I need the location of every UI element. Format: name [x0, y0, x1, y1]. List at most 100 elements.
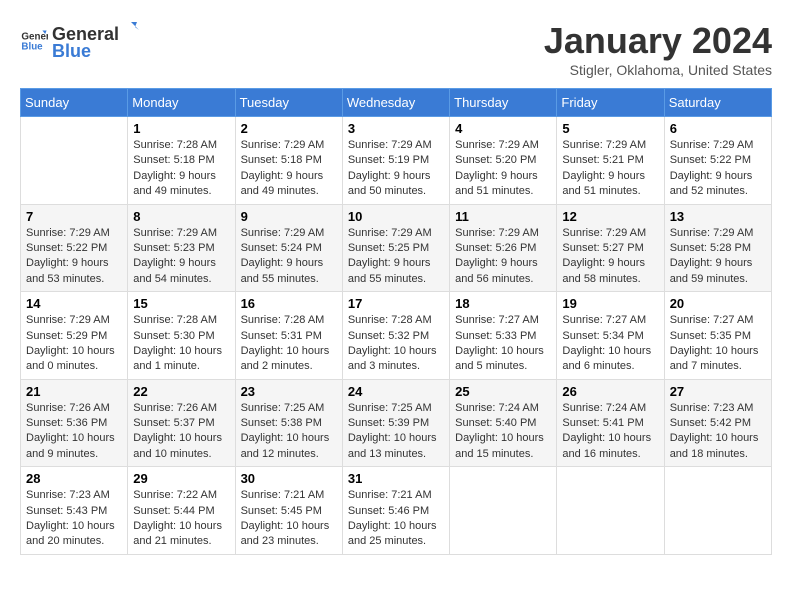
day-number: 14 [26, 296, 122, 311]
day-number: 4 [455, 121, 551, 136]
day-info: Sunrise: 7:24 AM Sunset: 5:41 PM Dayligh… [562, 401, 658, 463]
calendar-cell: 15 Sunrise: 7:28 AM Sunset: 5:30 PM Dayli… [128, 292, 235, 380]
header-cell-tuesday: Tuesday [235, 89, 342, 117]
day-number: 5 [562, 121, 658, 136]
day-info: Sunrise: 7:29 AM Sunset: 5:22 PM Dayligh… [26, 226, 122, 288]
day-info: Sunrise: 7:26 AM Sunset: 5:37 PM Dayligh… [133, 401, 229, 463]
day-info: Sunrise: 7:23 AM Sunset: 5:42 PM Dayligh… [670, 401, 766, 463]
calendar-cell [450, 467, 557, 555]
day-info: Sunrise: 7:25 AM Sunset: 5:39 PM Dayligh… [348, 401, 444, 463]
day-info: Sunrise: 7:29 AM Sunset: 5:29 PM Dayligh… [26, 313, 122, 375]
page-header: General Blue General Blue January 2024 S… [20, 20, 772, 78]
header-row: SundayMondayTuesdayWednesdayThursdayFrid… [21, 89, 772, 117]
day-number: 15 [133, 296, 229, 311]
day-info: Sunrise: 7:29 AM Sunset: 5:20 PM Dayligh… [455, 138, 551, 200]
day-number: 16 [241, 296, 337, 311]
week-row-3: 14 Sunrise: 7:29 AM Sunset: 5:29 PM Dayli… [21, 292, 772, 380]
day-number: 10 [348, 209, 444, 224]
day-number: 8 [133, 209, 229, 224]
calendar-table: SundayMondayTuesdayWednesdayThursdayFrid… [20, 88, 772, 555]
day-info: Sunrise: 7:29 AM Sunset: 5:21 PM Dayligh… [562, 138, 658, 200]
logo: General Blue General Blue [20, 20, 143, 62]
week-row-1: 1Sunrise: 7:28 AM Sunset: 5:18 PM Daylig… [21, 117, 772, 205]
day-info: Sunrise: 7:29 AM Sunset: 5:23 PM Dayligh… [133, 226, 229, 288]
calendar-cell: 31Sunrise: 7:21 AM Sunset: 5:46 PM Dayli… [342, 467, 449, 555]
day-number: 7 [26, 209, 122, 224]
day-info: Sunrise: 7:29 AM Sunset: 5:22 PM Dayligh… [670, 138, 766, 200]
day-number: 9 [241, 209, 337, 224]
day-number: 24 [348, 384, 444, 399]
day-info: Sunrise: 7:22 AM Sunset: 5:44 PM Dayligh… [133, 488, 229, 550]
calendar-cell [557, 467, 664, 555]
day-number: 27 [670, 384, 766, 399]
day-info: Sunrise: 7:29 AM Sunset: 5:27 PM Dayligh… [562, 226, 658, 288]
day-info: Sunrise: 7:26 AM Sunset: 5:36 PM Dayligh… [26, 401, 122, 463]
day-number: 23 [241, 384, 337, 399]
calendar-cell: 7 Sunrise: 7:29 AM Sunset: 5:22 PM Daylig… [21, 204, 128, 292]
day-info: Sunrise: 7:29 AM Sunset: 5:24 PM Dayligh… [241, 226, 337, 288]
calendar-cell: 6 Sunrise: 7:29 AM Sunset: 5:22 PM Daylig… [664, 117, 771, 205]
calendar-header: SundayMondayTuesdayWednesdayThursdayFrid… [21, 89, 772, 117]
header-cell-thursday: Thursday [450, 89, 557, 117]
day-info: Sunrise: 7:28 AM Sunset: 5:31 PM Dayligh… [241, 313, 337, 375]
calendar-cell: 8 Sunrise: 7:29 AM Sunset: 5:23 PM Daylig… [128, 204, 235, 292]
calendar-cell: 12 Sunrise: 7:29 AM Sunset: 5:27 PM Dayli… [557, 204, 664, 292]
day-number: 11 [455, 209, 551, 224]
day-number: 13 [670, 209, 766, 224]
day-info: Sunrise: 7:21 AM Sunset: 5:45 PM Dayligh… [241, 488, 337, 550]
month-title: January 2024 [544, 20, 772, 62]
day-info: Sunrise: 7:25 AM Sunset: 5:38 PM Dayligh… [241, 401, 337, 463]
week-row-2: 7 Sunrise: 7:29 AM Sunset: 5:22 PM Daylig… [21, 204, 772, 292]
day-number: 17 [348, 296, 444, 311]
calendar-cell: 25Sunrise: 7:24 AM Sunset: 5:40 PM Dayli… [450, 379, 557, 467]
calendar-cell: 21 Sunrise: 7:26 AM Sunset: 5:36 PM Dayli… [21, 379, 128, 467]
logo-icon: General Blue [20, 27, 48, 55]
title-section: January 2024 Stigler, Oklahoma, United S… [544, 20, 772, 78]
day-info: Sunrise: 7:29 AM Sunset: 5:25 PM Dayligh… [348, 226, 444, 288]
calendar-cell: 10 Sunrise: 7:29 AM Sunset: 5:25 PM Dayli… [342, 204, 449, 292]
calendar-cell: 5 Sunrise: 7:29 AM Sunset: 5:21 PM Daylig… [557, 117, 664, 205]
day-info: Sunrise: 7:21 AM Sunset: 5:46 PM Dayligh… [348, 488, 444, 550]
calendar-cell: 13 Sunrise: 7:29 AM Sunset: 5:28 PM Dayli… [664, 204, 771, 292]
day-number: 3 [348, 121, 444, 136]
calendar-cell: 14 Sunrise: 7:29 AM Sunset: 5:29 PM Dayli… [21, 292, 128, 380]
day-number: 2 [241, 121, 337, 136]
day-number: 19 [562, 296, 658, 311]
calendar-cell: 20 Sunrise: 7:27 AM Sunset: 5:35 PM Dayli… [664, 292, 771, 380]
calendar-cell: 16 Sunrise: 7:28 AM Sunset: 5:31 PM Dayli… [235, 292, 342, 380]
calendar-cell: 1Sunrise: 7:28 AM Sunset: 5:18 PM Daylig… [128, 117, 235, 205]
svg-text:Blue: Blue [21, 41, 43, 52]
day-number: 18 [455, 296, 551, 311]
day-number: 6 [670, 121, 766, 136]
day-info: Sunrise: 7:29 AM Sunset: 5:28 PM Dayligh… [670, 226, 766, 288]
day-number: 25 [455, 384, 551, 399]
day-number: 20 [670, 296, 766, 311]
day-info: Sunrise: 7:28 AM Sunset: 5:18 PM Dayligh… [133, 138, 229, 200]
header-cell-sunday: Sunday [21, 89, 128, 117]
calendar-cell [21, 117, 128, 205]
day-number: 12 [562, 209, 658, 224]
day-number: 22 [133, 384, 229, 399]
calendar-body: 1Sunrise: 7:28 AM Sunset: 5:18 PM Daylig… [21, 117, 772, 555]
calendar-cell: 30 Sunrise: 7:21 AM Sunset: 5:45 PM Dayli… [235, 467, 342, 555]
calendar-cell: 24 Sunrise: 7:25 AM Sunset: 5:39 PM Dayli… [342, 379, 449, 467]
day-info: Sunrise: 7:29 AM Sunset: 5:26 PM Dayligh… [455, 226, 551, 288]
header-cell-wednesday: Wednesday [342, 89, 449, 117]
calendar-cell: 27 Sunrise: 7:23 AM Sunset: 5:42 PM Dayli… [664, 379, 771, 467]
day-number: 21 [26, 384, 122, 399]
location-subtitle: Stigler, Oklahoma, United States [544, 62, 772, 78]
day-info: Sunrise: 7:27 AM Sunset: 5:35 PM Dayligh… [670, 313, 766, 375]
day-number: 28 [26, 471, 122, 486]
day-info: Sunrise: 7:28 AM Sunset: 5:30 PM Dayligh… [133, 313, 229, 375]
day-info: Sunrise: 7:28 AM Sunset: 5:32 PM Dayligh… [348, 313, 444, 375]
day-number: 30 [241, 471, 337, 486]
calendar-cell: 17 Sunrise: 7:28 AM Sunset: 5:32 PM Dayli… [342, 292, 449, 380]
calendar-cell: 18 Sunrise: 7:27 AM Sunset: 5:33 PM Dayli… [450, 292, 557, 380]
calendar-cell: 19Sunrise: 7:27 AM Sunset: 5:34 PM Dayli… [557, 292, 664, 380]
calendar-cell: 28Sunrise: 7:23 AM Sunset: 5:43 PM Dayli… [21, 467, 128, 555]
day-number: 29 [133, 471, 229, 486]
calendar-cell: 22 Sunrise: 7:26 AM Sunset: 5:37 PM Dayli… [128, 379, 235, 467]
header-cell-friday: Friday [557, 89, 664, 117]
calendar-cell: 23 Sunrise: 7:25 AM Sunset: 5:38 PM Dayli… [235, 379, 342, 467]
day-info: Sunrise: 7:27 AM Sunset: 5:33 PM Dayligh… [455, 313, 551, 375]
